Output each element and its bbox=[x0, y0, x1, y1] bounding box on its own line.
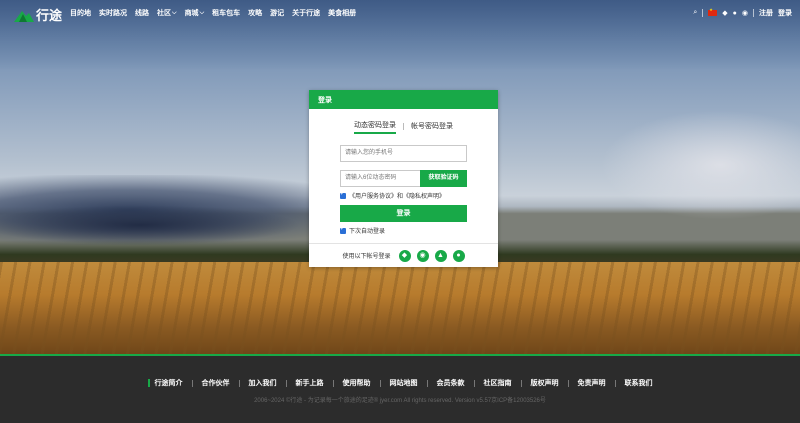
divider bbox=[614, 379, 616, 387]
footer-accent-bar bbox=[147, 379, 150, 387]
qq-login-icon[interactable]: ◆ bbox=[398, 249, 411, 262]
footer-link[interactable]: 加入我们 bbox=[249, 378, 277, 388]
mountain-logo-icon bbox=[14, 10, 34, 22]
nav-item-food-album[interactable]: 美食相册 bbox=[328, 8, 356, 18]
phone-input[interactable]: 请输入您的手机号 bbox=[340, 145, 467, 162]
copyright-text: 2006~2024 ©行途 - 为记录每一个旅途的足迹® jyer.com Al… bbox=[254, 398, 546, 404]
nav-label: 攻略 bbox=[248, 10, 263, 17]
divider bbox=[238, 379, 240, 387]
verification-code-input[interactable]: 请输入6位动态密码 bbox=[340, 170, 420, 187]
footer-link[interactable]: 免责声明 bbox=[578, 378, 606, 388]
nav-label: 租车包车 bbox=[212, 10, 241, 17]
footer-link[interactable]: 会员条款 bbox=[437, 378, 465, 388]
nav-item-guides[interactable]: 攻略 bbox=[248, 8, 262, 18]
tab-account-password[interactable]: 帐号密码登录 bbox=[411, 121, 453, 133]
nav-item-destination[interactable]: 目的地 bbox=[70, 8, 91, 18]
site-footer: 行途简介 合作伙伴 加入我们 新手上路 使用帮助 网站地图 会员条款 社区指南 … bbox=[0, 354, 800, 423]
nav-item-travelogues[interactable]: 游记 bbox=[270, 8, 284, 18]
nav-item-car-rental[interactable]: 租车包车 bbox=[212, 8, 240, 18]
top-right-tools: ⌕ ◆ ● ◉ 注册 登录 bbox=[693, 7, 792, 18]
code-row: 请输入6位动态密码 获取验证码 bbox=[340, 170, 467, 187]
get-code-button[interactable]: 获取验证码 bbox=[420, 170, 467, 187]
chevron-down-icon: ⌵ bbox=[172, 9, 177, 16]
footer-link[interactable]: 社区指南 bbox=[484, 378, 512, 388]
wechat-login-icon[interactable]: ● bbox=[452, 249, 465, 262]
top-navigation-bar: 行途 目的地 实时路况 线路 社区 ⌵ 商城 ⌵ 租车包车 攻略 游记 关于行途 美… bbox=[0, 0, 800, 26]
weibo-icon[interactable]: ◉ bbox=[742, 9, 748, 17]
login-card: 登录 动态密码登录 帐号密码登录 请输入您的手机号 请输入6位动态密码 获取验证… bbox=[309, 90, 498, 267]
main-nav: 目的地 实时路况 线路 社区 ⌵ 商城 ⌵ 租车包车 攻略 游记 关于行途 美食相册 bbox=[70, 8, 356, 18]
divider bbox=[520, 379, 522, 387]
nav-label: 游记 bbox=[270, 10, 285, 17]
nav-item-traffic[interactable]: 实时路况 bbox=[99, 8, 127, 18]
auto-login-label: 下次自动登录 bbox=[349, 229, 386, 235]
login-card-header: 登录 bbox=[309, 90, 498, 109]
divider bbox=[567, 379, 569, 387]
nav-item-mall[interactable]: 商城 ⌵ bbox=[185, 8, 205, 18]
login-tabs: 动态密码登录 帐号密码登录 bbox=[309, 120, 498, 134]
footer-link[interactable]: 新手上路 bbox=[296, 378, 324, 388]
footer-link[interactable]: 版权声明 bbox=[531, 378, 559, 388]
qq-penguin-login-icon[interactable]: ▲ bbox=[434, 249, 447, 262]
login-button[interactable]: 登录 bbox=[340, 205, 467, 222]
chevron-down-icon: ⌵ bbox=[199, 9, 205, 16]
auto-login-checkbox[interactable] bbox=[340, 225, 346, 234]
divider bbox=[191, 379, 193, 387]
agreement-row: 《用户服务协议》和《隐私权声明》 bbox=[340, 190, 445, 200]
divider bbox=[426, 379, 428, 387]
site-logo[interactable]: 行途 bbox=[14, 5, 62, 24]
logo-text: 行途 bbox=[36, 9, 63, 24]
search-icon[interactable]: ⌕ bbox=[693, 9, 697, 17]
wechat-icon[interactable]: ● bbox=[733, 10, 737, 17]
weibo-login-icon[interactable]: ◉ bbox=[416, 249, 429, 262]
cloud-light bbox=[600, 110, 800, 220]
divider bbox=[753, 9, 754, 17]
divider bbox=[332, 379, 334, 387]
divider bbox=[285, 379, 287, 387]
divider bbox=[473, 379, 475, 387]
divider bbox=[702, 9, 704, 17]
nav-label: 社区 bbox=[157, 10, 171, 17]
nav-label: 线路 bbox=[135, 10, 149, 17]
footer-link[interactable]: 合作伙伴 bbox=[202, 378, 230, 388]
nav-item-routes[interactable]: 线路 bbox=[135, 8, 149, 18]
footer-link[interactable]: 联系我们 bbox=[625, 378, 653, 388]
cloud-band-dark bbox=[0, 205, 300, 245]
auto-login-row: 下次自动登录 bbox=[340, 225, 386, 235]
wheat-field bbox=[0, 262, 800, 356]
nav-label: 美食相册 bbox=[328, 10, 357, 17]
nav-item-community[interactable]: 社区 ⌵ bbox=[157, 8, 177, 18]
nav-item-about[interactable]: 关于行途 bbox=[292, 8, 320, 18]
social-login-row: 使用以下帐号登录 ◆ ◉ ▲ ● bbox=[309, 243, 498, 267]
login-link[interactable]: 登录 bbox=[778, 8, 792, 18]
qq-icon[interactable]: ◆ bbox=[722, 9, 727, 17]
agreement-text[interactable]: 《用户服务协议》和《隐私权声明》 bbox=[349, 191, 445, 200]
nav-label: 商城 bbox=[184, 10, 199, 17]
divider bbox=[379, 379, 381, 387]
footer-links: 行途简介 合作伙伴 加入我们 新手上路 使用帮助 网站地图 会员条款 社区指南 … bbox=[0, 378, 800, 388]
tab-dynamic-password[interactable]: 动态密码登录 bbox=[354, 120, 396, 134]
footer-link[interactable]: 行途简介 bbox=[155, 378, 183, 388]
agreement-checkbox[interactable] bbox=[340, 190, 346, 199]
footer-link[interactable]: 使用帮助 bbox=[343, 378, 371, 388]
social-login-label: 使用以下帐号登录 bbox=[342, 254, 391, 260]
nav-label: 关于行途 bbox=[292, 10, 321, 17]
register-link[interactable]: 注册 bbox=[759, 8, 773, 18]
nav-label: 实时路况 bbox=[99, 10, 127, 17]
footer-link[interactable]: 网站地图 bbox=[390, 378, 418, 388]
nav-label: 目的地 bbox=[70, 10, 91, 17]
china-flag-icon[interactable] bbox=[708, 7, 718, 16]
divider bbox=[403, 122, 404, 130]
